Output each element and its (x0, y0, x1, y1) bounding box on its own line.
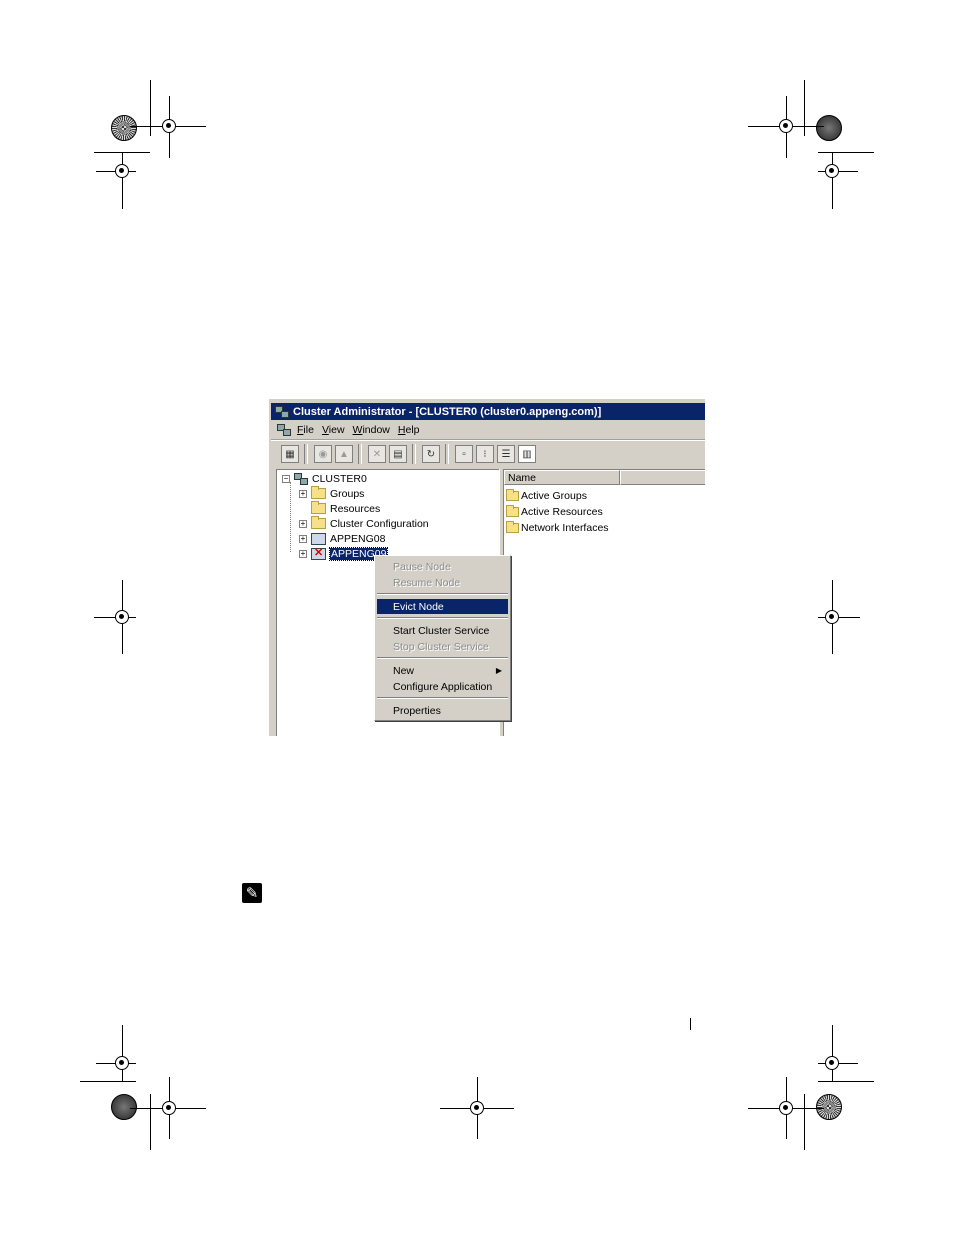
menu-window[interactable]: Window (353, 424, 390, 436)
delete-icon[interactable]: ✕ (368, 445, 386, 463)
list-item[interactable]: Active Resources (506, 505, 603, 519)
server-node-icon (311, 532, 326, 545)
large-icons-view-icon[interactable]: ▫ (455, 445, 473, 463)
expand-icon[interactable]: + (299, 534, 307, 543)
list-item-label: Active Groups (521, 490, 587, 502)
registration-target-icon (115, 1056, 129, 1070)
bring-online-icon[interactable]: ◉ (314, 445, 332, 463)
tree-item-label: Cluster Configuration (330, 517, 429, 530)
folder-icon (506, 505, 519, 517)
title-bar[interactable]: Cluster Administrator - [CLUSTER0 (clust… (271, 403, 705, 420)
collapse-icon[interactable]: − (282, 474, 290, 483)
list-item-label: Active Resources (521, 506, 603, 518)
registration-target-icon (115, 610, 129, 624)
menu-item-stop-cluster-service[interactable]: Stop Cluster Service (377, 639, 508, 654)
system-menu-icon[interactable] (277, 423, 291, 436)
submenu-arrow-icon: ▶ (495, 666, 502, 675)
folder-icon (311, 501, 326, 514)
registration-target-icon (825, 164, 839, 178)
column-header-empty[interactable] (620, 470, 705, 485)
registration-target-icon (470, 1101, 484, 1115)
tree-item-groups[interactable]: + Groups (299, 486, 364, 501)
registration-rosette-icon (111, 1094, 137, 1120)
details-view-icon[interactable]: ▥ (518, 445, 536, 463)
list-item-label: Network Interfaces (521, 522, 609, 534)
folder-icon (506, 489, 519, 501)
folio-rule (690, 1018, 691, 1030)
registration-rosette-icon (816, 1094, 842, 1120)
cluster-icon (294, 472, 308, 485)
refresh-icon[interactable]: ↻ (422, 445, 440, 463)
details-list-pane[interactable]: Name Active Groups Active Resources Netw… (503, 469, 705, 736)
open-connection-icon[interactable]: ▦ (281, 445, 299, 463)
pencil-note-icon: ✎ (242, 883, 262, 903)
tree-item-label: CLUSTER0 (312, 472, 367, 485)
folder-icon (311, 516, 326, 529)
list-view-icon[interactable]: ☰ (497, 445, 515, 463)
tree-item-resources[interactable]: Resources (311, 501, 380, 516)
registration-target-icon (825, 610, 839, 624)
registration-target-icon (115, 164, 129, 178)
menu-item-new[interactable]: New ▶ (377, 663, 508, 678)
registration-target-icon (162, 1101, 176, 1115)
menu-item-evict-node[interactable]: Evict Node (377, 599, 508, 614)
registration-target-icon (779, 1101, 793, 1115)
expand-icon[interactable]: + (299, 519, 307, 528)
menu-item-start-cluster-service[interactable]: Start Cluster Service (377, 623, 508, 638)
tree-item-label: APPENG08 (330, 532, 386, 545)
expand-icon[interactable]: + (299, 489, 307, 498)
expand-icon[interactable]: + (299, 549, 307, 558)
take-offline-icon[interactable]: ▲ (335, 445, 353, 463)
menu-bar: File View Window Help (271, 420, 705, 440)
folder-icon (506, 521, 519, 533)
menu-help[interactable]: Help (398, 424, 420, 436)
menu-item-pause-node[interactable]: Pause Node (377, 559, 508, 574)
tree-item-label: Groups (330, 487, 365, 500)
tree-item-cluster-configuration[interactable]: + Cluster Configuration (299, 516, 429, 531)
menu-item-resume-node[interactable]: Resume Node (377, 575, 508, 590)
column-header-name[interactable]: Name (504, 470, 620, 485)
menu-file[interactable]: File (297, 424, 314, 436)
cluster-administrator-window: Cluster Administrator - [CLUSTER0 (clust… (269, 399, 705, 736)
list-item[interactable]: Active Groups (506, 489, 587, 503)
tree-item-appeng08[interactable]: + APPENG08 (299, 531, 385, 546)
menu-view[interactable]: View (322, 424, 345, 436)
menu-item-properties[interactable]: Properties (377, 703, 508, 718)
node-context-menu: Pause Node Resume Node Evict Node Start … (374, 555, 511, 721)
tree-root-cluster0[interactable]: − CLUSTER0 (282, 471, 367, 486)
cluster-app-icon (275, 405, 289, 418)
list-item[interactable]: Network Interfaces (506, 521, 609, 535)
registration-target-icon (162, 119, 176, 133)
registration-target-icon (779, 119, 793, 133)
menu-item-label: New (393, 664, 415, 677)
small-icons-view-icon[interactable]: ⁝ (476, 445, 494, 463)
failed-node-icon (311, 546, 326, 560)
tree-item-label: Resources (330, 502, 381, 515)
registration-rosette-icon (111, 115, 137, 141)
window-title: Cluster Administrator - [CLUSTER0 (clust… (293, 405, 602, 418)
registration-rosette-icon (816, 115, 842, 141)
properties-icon[interactable]: ▤ (389, 445, 407, 463)
menu-item-configure-application[interactable]: Configure Application (377, 679, 508, 694)
registration-target-icon (825, 1056, 839, 1070)
toolbar: ▦ ◉ ▲ ✕ ▤ ↻ ▫ ⁝ ☰ ▥ (271, 440, 705, 467)
folder-icon (311, 486, 326, 499)
list-header: Name (504, 470, 705, 485)
